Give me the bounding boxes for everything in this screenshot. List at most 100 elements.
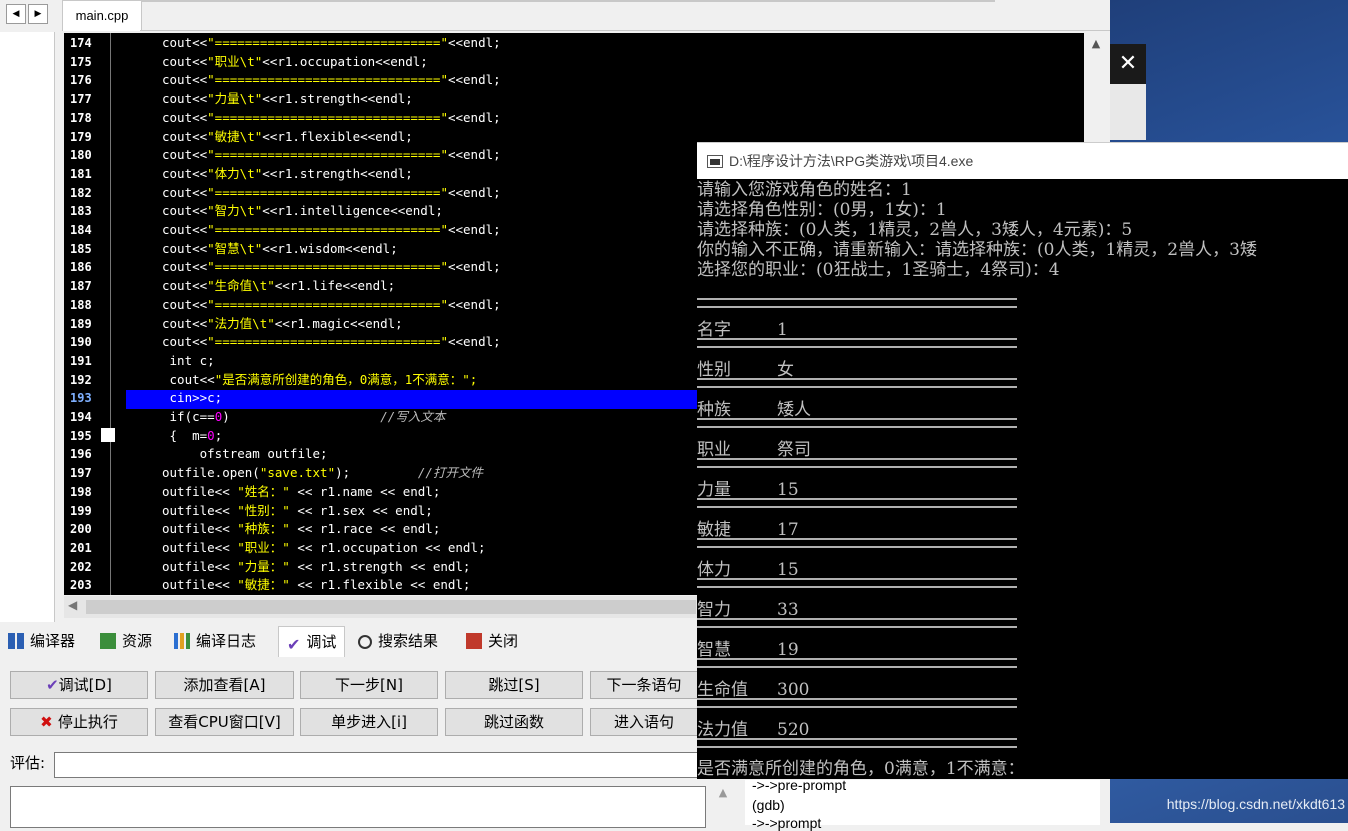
tab-resources[interactable]: 资源 [100, 626, 152, 656]
next-statement-button[interactable]: 下一条语句 [590, 671, 698, 699]
line-number: 189 [70, 316, 92, 331]
code-token: "法力值\t" [207, 315, 275, 331]
stat-label: 法力值 [697, 720, 748, 740]
tab-debug[interactable]: ✔ 调试 [278, 626, 346, 657]
line-number: 177 [70, 92, 92, 107]
close-icon[interactable]: ✕ [1110, 44, 1146, 84]
separator-rule [697, 298, 1017, 308]
code-token: "是否满意所创建的角色，0满意，1不满意："; [214, 371, 478, 387]
stat-value: 15 [777, 480, 799, 500]
scroll-left-icon[interactable]: ◀ [68, 598, 77, 612]
code-line: cout<<"=============================="<<… [162, 184, 501, 203]
separator-rule [697, 418, 1017, 428]
evaluate-input[interactable] [54, 752, 706, 778]
scroll-thumb[interactable] [86, 600, 696, 614]
breakpoint-marker[interactable] [101, 428, 115, 442]
code-line: cout<<"=============================="<<… [162, 296, 501, 315]
code-token: "姓名：" [237, 483, 290, 499]
stat-value: 女 [777, 360, 794, 380]
skip-function-button[interactable]: 跳过函数 [445, 708, 583, 736]
code-line: ofstream outfile; [162, 445, 328, 464]
stat-value: 520 [777, 720, 810, 740]
code-token: "体力\t" [207, 165, 263, 181]
line-number: 175 [70, 54, 92, 69]
code-token: << r1.flexible << endl; [289, 577, 471, 593]
scroll-up-icon[interactable]: ▲ [1088, 37, 1104, 53]
step-into-button[interactable]: 单步进入[i] [300, 708, 438, 736]
search-icon [358, 635, 372, 649]
code-token: "==============================" [207, 184, 448, 200]
code-token: outfile.open( [162, 465, 260, 481]
button-label: 调试[D] [58, 676, 112, 694]
code-line: { m=0; [162, 427, 223, 446]
code-token: 0 [207, 427, 215, 443]
code-token: <<endl; [447, 35, 501, 50]
line-number: 174 [70, 36, 92, 50]
debug-output-box[interactable] [10, 786, 706, 828]
code-line: cout<<"法力值\t"<<r1.magic<<endl; [162, 315, 403, 334]
line-number: 198 [70, 484, 92, 499]
code-token: << r1.strength << endl; [289, 558, 471, 574]
code-token: cin>>c; [162, 390, 223, 406]
code-token: <<r1.magic<<endl; [274, 315, 403, 331]
separator-rule [697, 578, 1017, 588]
stat-value: 矮人 [777, 400, 811, 420]
evaluate-label: 评估: [10, 754, 46, 772]
code-token: "==============================" [207, 334, 448, 350]
tab-search-results[interactable]: 搜索结果 [358, 626, 438, 656]
code-token: outfile<< [162, 521, 238, 537]
stat-label: 力量 [697, 480, 731, 500]
line-number: 181 [70, 166, 92, 181]
tab-label: 调试 [306, 633, 337, 651]
tab-scroll-right-icon[interactable]: ▶ [28, 4, 48, 24]
code-line: outfile<< "性别：" << r1.sex << endl; [162, 502, 433, 521]
code-token: cout<< [162, 278, 208, 294]
console-output[interactable]: 请输入您游戏角色的姓名：1 请选择角色性别：(0男，1女)：1 请选择种族：(0… [697, 179, 1348, 779]
stat-label: 体力 [697, 560, 731, 580]
console-app-icon [707, 155, 723, 168]
code-token: << r1.sex << endl; [289, 502, 433, 518]
view-cpu-window-button[interactable]: 查看CPU窗口[V] [155, 708, 294, 736]
tab-close[interactable]: 关闭 [466, 626, 518, 656]
code-line: cin>>c; [162, 389, 223, 408]
code-line: cout<<"敏捷\t"<<r1.flexible<<endl; [162, 128, 413, 147]
code-token: cout<< [162, 91, 208, 107]
code-token: cout<< [162, 315, 208, 331]
code-token: cout<< [162, 259, 208, 275]
line-number-gutter: 174 175 176 177 178 179 180 181 182 183 184 185 186 1… [64, 33, 108, 595]
line-number: 182 [70, 185, 92, 200]
line-number: 190 [70, 335, 92, 350]
code-token: <<endl; [447, 184, 501, 200]
code-token: <<r1.occupation<<endl; [262, 53, 428, 69]
code-token: cout<< [162, 203, 208, 219]
code-line: cout<<"=============================="<<… [162, 258, 501, 277]
code-token: cout<< [162, 371, 215, 387]
skip-button[interactable]: 跳过[S] [445, 671, 583, 699]
code-token: cout<< [162, 165, 208, 181]
console-titlebar[interactable]: D:\程序设计方法\RPG类游戏\项目4.exe [697, 142, 1348, 180]
tab-scroll-left-icon[interactable]: ◀ [6, 4, 26, 24]
debug-button[interactable]: ✔调试[D] [10, 671, 148, 699]
line-number: 183 [70, 204, 92, 219]
code-token: "save.txt" [259, 465, 336, 481]
resources-icon [100, 633, 116, 649]
watermark-text: https://blog.csdn.net/xkdt613 [1166, 796, 1345, 812]
tab-compile-log[interactable]: 编译日志 [174, 626, 256, 656]
code-line: cout<<"=============================="<<… [162, 146, 501, 165]
tab-main-cpp[interactable]: main.cpp [62, 0, 142, 31]
add-watch-button[interactable]: 添加查看[A] [155, 671, 294, 699]
separator-rule [697, 498, 1017, 508]
code-token: "==============================" [207, 259, 448, 275]
output-scrollbar[interactable]: ▲ [712, 786, 734, 823]
code-token: "==============================" [207, 109, 448, 125]
chart-icon [174, 633, 190, 649]
tab-label: 搜索结果 [378, 632, 439, 650]
tab-compiler[interactable]: 编译器 [8, 626, 75, 656]
check-icon: ✔ [46, 676, 59, 694]
stop-execution-button[interactable]: ✖ 停止执行 [10, 708, 148, 736]
step-into-statement-button[interactable]: 进入语句 [590, 708, 698, 736]
code-token: "==============================" [207, 147, 448, 163]
code-token: cout<< [162, 147, 208, 163]
console-line: 请选择角色性别：(0男，1女)：1 [697, 200, 947, 220]
next-step-button[interactable]: 下一步[N] [300, 671, 438, 699]
